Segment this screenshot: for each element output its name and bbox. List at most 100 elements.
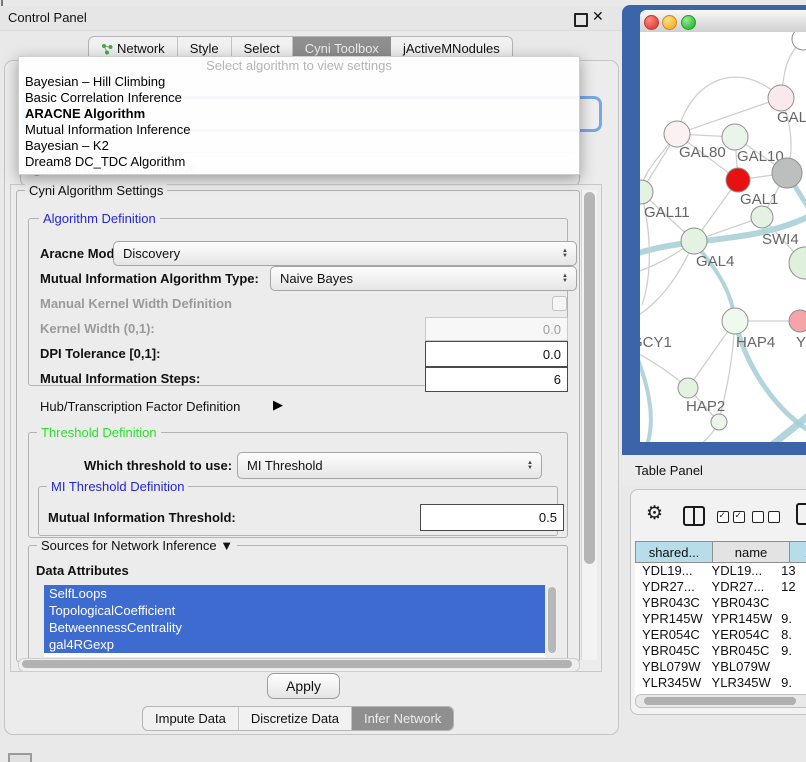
- which-threshold-label: Which threshold to use:: [84, 458, 232, 473]
- column-header-a[interactable]: A: [790, 541, 806, 563]
- table-cell: 13: [774, 563, 806, 579]
- column-header-name[interactable]: name: [713, 541, 790, 563]
- network-node[interactable]: [711, 414, 727, 430]
- list-vertical-scrollbar[interactable]: [547, 586, 557, 656]
- tab-label: Infer Network: [364, 711, 441, 726]
- minimize-traffic-light-icon[interactable]: [662, 15, 677, 30]
- kernel-width-field[interactable]: 0.0: [425, 317, 568, 341]
- table-row[interactable]: YBL079WYBL079W: [635, 659, 806, 675]
- table-row[interactable]: YER054CYER054C8.: [635, 627, 806, 643]
- data-attribute-item[interactable]: SelfLoops: [44, 585, 545, 602]
- mi-threshold-definition-title: MI Threshold Definition: [47, 479, 188, 494]
- node-label: SWI4: [762, 231, 799, 248]
- network-node-hap4[interactable]: [722, 308, 748, 334]
- network-node-gal1[interactable]: [726, 168, 750, 192]
- tab-label: Impute Data: [155, 711, 226, 726]
- cyni-settings-group-title: Cyni Algorithm Settings: [25, 183, 167, 198]
- column-header-shared[interactable]: shared...: [635, 541, 713, 563]
- network-node-gal10[interactable]: [722, 124, 748, 150]
- algorithm-option[interactable]: Mutual Information Inference: [19, 122, 579, 138]
- tab-impute-data[interactable]: Impute Data: [143, 707, 239, 730]
- mi-algorithm-type-combobox[interactable]: Naive Bayes ▲▼: [270, 266, 577, 291]
- table-cell: YDR27...: [705, 579, 775, 595]
- table-row[interactable]: YDR27...YDR27...12: [635, 579, 806, 595]
- node-label: Y: [796, 334, 806, 351]
- threshold-definition-title: Threshold Definition: [37, 425, 161, 440]
- table-row[interactable]: YDL19...YDL19...13: [635, 563, 806, 579]
- which-threshold-combobox[interactable]: MI Threshold ▲▼: [237, 452, 542, 479]
- table-cell: 9.: [774, 611, 806, 627]
- network-node-hap2[interactable]: [678, 378, 698, 398]
- table-cell: 12: [774, 579, 806, 595]
- network-window-titlebar[interactable]: [640, 10, 806, 33]
- table-row[interactable]: YPR145WYPR145W9.: [635, 611, 806, 627]
- node-label: GAL11: [644, 204, 690, 221]
- mi-threshold-label: Mutual Information Threshold:: [48, 510, 236, 525]
- data-attribute-item[interactable]: TopologicalCoefficient: [44, 602, 545, 619]
- aracne-mode-value: Discovery: [123, 246, 557, 261]
- split-columns-icon[interactable]: [683, 506, 705, 526]
- table-cell: YER054C: [635, 627, 705, 643]
- settings-horizontal-scrollbar[interactable]: [18, 658, 580, 672]
- node-label: GAL: [777, 109, 806, 126]
- algorithm-option[interactable]: Dream8 DC_TDC Algorithm: [19, 154, 579, 170]
- node-label: GAL80: [679, 144, 726, 161]
- table-header-row: shared...nameA: [635, 541, 806, 563]
- mi-threshold-field[interactable]: 0.5: [420, 504, 564, 531]
- algorithm-option[interactable]: ARACNE Algorithm: [19, 106, 579, 122]
- table-row[interactable]: YBR045CYBR045C9.: [635, 643, 806, 659]
- table-cell: YBL079W: [635, 659, 705, 675]
- collapsed-arrow-icon[interactable]: ▶: [273, 397, 283, 413]
- floating-panel-icon[interactable]: [8, 753, 32, 762]
- close-icon[interactable]: ✕: [592, 8, 604, 25]
- network-node-gal4[interactable]: [681, 228, 707, 254]
- float-window-icon[interactable]: [574, 13, 588, 27]
- close-traffic-light-icon[interactable]: [644, 15, 659, 30]
- manual-kernel-width-checkbox[interactable]: [552, 296, 567, 311]
- apply-button[interactable]: Apply: [267, 673, 340, 699]
- network-canvas[interactable]: GALGAL80GAL10GAL1GAL11SWI4GAL4GCY1HAP4YH…: [640, 32, 806, 442]
- algorithm-option[interactable]: Basic Correlation Inference: [19, 90, 579, 106]
- node-label: GAL4: [696, 253, 734, 270]
- network-node-swi4[interactable]: [751, 206, 773, 228]
- network-node[interactable]: [792, 32, 806, 50]
- dpi-tolerance-field[interactable]: 0.0: [425, 341, 568, 367]
- network-node-gal11[interactable]: [640, 180, 653, 204]
- tab-label: Style: [190, 41, 219, 56]
- hub-definition-label: Hub/Transcription Factor Definition: [40, 399, 240, 414]
- mi-steps-field[interactable]: 6: [425, 367, 568, 392]
- table-panel-titlebar: Table Panel: [622, 455, 806, 485]
- table-row[interactable]: YLR345WYLR345W9.: [635, 675, 806, 691]
- table-cell: YLR345W: [635, 675, 705, 691]
- deselect-all-checkboxes-icon[interactable]: [752, 511, 780, 523]
- tab-infer-network[interactable]: Infer Network: [352, 707, 453, 730]
- table-row[interactable]: YBR043CYBR043C: [635, 595, 806, 611]
- zoom-traffic-light-icon[interactable]: [681, 15, 696, 30]
- select-all-checkboxes-icon[interactable]: [717, 511, 745, 523]
- table-panel-box: ⚙ shared...nameA YDL19...YDL19...13YDR27…: [630, 489, 806, 715]
- settings-vertical-scrollbar[interactable]: [581, 190, 597, 660]
- table-cell: 8.: [774, 627, 806, 643]
- network-icon: [101, 43, 113, 55]
- table-horizontal-scrollbar[interactable]: [635, 694, 806, 708]
- network-node[interactable]: [789, 247, 806, 279]
- tab-discretize-data[interactable]: Discretize Data: [239, 707, 352, 730]
- table-body: YDL19...YDL19...13YDR27...YDR27...12YBR0…: [635, 563, 806, 704]
- stepper-arrows-icon: ▲▼: [557, 274, 573, 284]
- control-panel-titlebar: Control Panel ✕: [0, 6, 622, 31]
- network-node-y[interactable]: [789, 310, 806, 332]
- gear-icon[interactable]: ⚙: [646, 502, 663, 525]
- algorithm-option[interactable]: Bayesian – Hill Climbing: [19, 74, 579, 90]
- data-attribute-item[interactable]: gal4RGexp: [44, 636, 545, 653]
- network-node[interactable]: [772, 158, 802, 188]
- table-cell: YPR145W: [705, 611, 775, 627]
- network-node-gal[interactable]: [768, 85, 794, 111]
- manual-kernel-width-label: Manual Kernel Width Definition: [40, 296, 232, 311]
- kernel-width-label: Kernel Width (0,1):: [40, 321, 155, 336]
- algorithm-option[interactable]: Bayesian – K2: [19, 138, 579, 154]
- data-attribute-item[interactable]: BetweennessCentrality: [44, 619, 545, 636]
- expanded-arrow-icon[interactable]: ▼: [220, 538, 233, 553]
- cyni-bottom-tabbar: Impute Data Discretize Data Infer Network: [142, 706, 454, 731]
- new-panel-icon[interactable]: [796, 503, 806, 525]
- aracne-mode-combobox[interactable]: Discovery ▲▼: [113, 241, 577, 266]
